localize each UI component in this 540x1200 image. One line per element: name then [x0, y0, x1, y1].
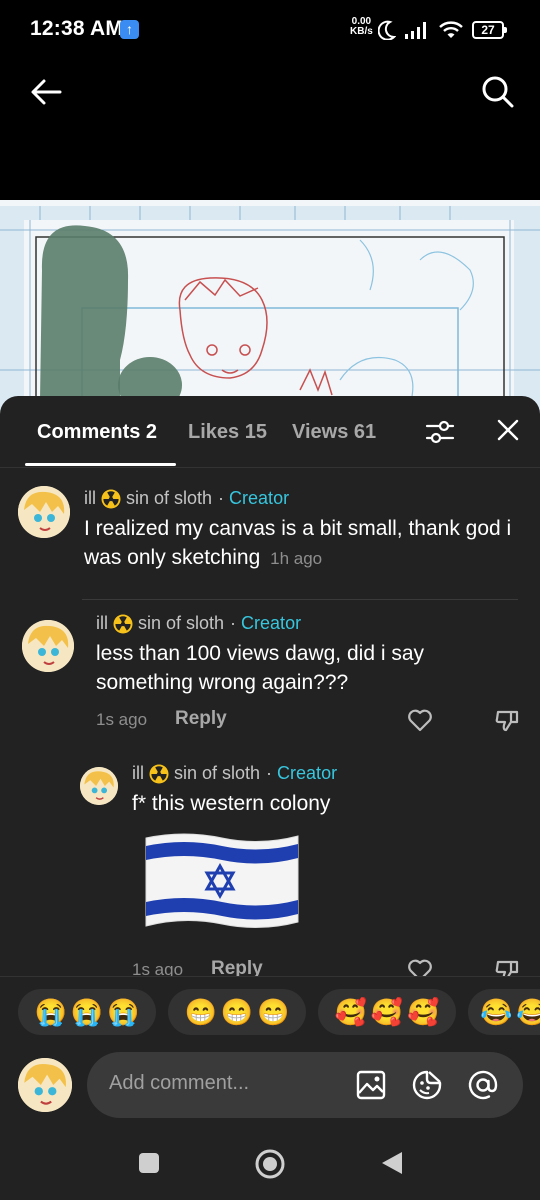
- tab-comments[interactable]: Comments 2: [37, 421, 157, 444]
- quick-reaction-bar: 😭 😭 😭 😁 😁 😁 🥰 🥰 🥰 😂 😂: [0, 976, 540, 1048]
- creator-badge: Creator: [277, 763, 338, 783]
- search-icon[interactable]: [478, 72, 518, 112]
- avatar: [18, 1058, 72, 1112]
- dislike-icon[interactable]: [493, 706, 521, 734]
- filter-icon[interactable]: [424, 416, 456, 448]
- status-bar: 12:38 AM ↑ 0.00 KB/s 27: [0, 0, 540, 60]
- top-bar: [0, 60, 540, 200]
- speed-unit: KB/s: [350, 26, 373, 37]
- avatar-image: [18, 486, 70, 538]
- sticker-icon[interactable]: [411, 1069, 443, 1101]
- creator-badge: Creator: [229, 488, 290, 508]
- username-suffix: sin of sloth: [138, 613, 225, 633]
- reaction-emoji: 😁: [220, 996, 254, 1027]
- radioactive-icon: [113, 614, 133, 633]
- tab-divider: [0, 467, 540, 468]
- radioactive-icon: [101, 489, 121, 508]
- reaction-emoji: 😭: [107, 996, 140, 1027]
- status-time: 12:38 AM: [30, 17, 124, 40]
- comment-placeholder: Add comment...: [109, 1072, 250, 1094]
- reaction-pill[interactable]: 😂 😂: [468, 989, 540, 1035]
- reaction-pill[interactable]: 😭 😭 😭: [18, 989, 156, 1035]
- username-suffix: sin of sloth: [174, 763, 261, 783]
- home-icon[interactable]: [254, 1148, 286, 1180]
- wifi-icon: [439, 21, 463, 38]
- active-tab-indicator: [25, 463, 176, 466]
- flag-sticker: [145, 833, 299, 929]
- comment-username[interactable]: ill sin of sloth · Creator: [96, 613, 301, 634]
- avatar-image: [18, 1058, 72, 1112]
- recents-icon[interactable]: [138, 1152, 160, 1174]
- signal-icon: [405, 22, 426, 39]
- reaction-pill[interactable]: 🥰 🥰 🥰: [318, 989, 456, 1035]
- mention-icon[interactable]: [467, 1069, 499, 1101]
- username-separator: ·: [218, 488, 225, 508]
- moon-icon: [378, 20, 396, 40]
- username-prefix: ill: [132, 763, 144, 783]
- reaction-emoji: 🥰: [370, 996, 404, 1027]
- image-icon[interactable]: [355, 1069, 387, 1101]
- avatar[interactable]: [80, 767, 118, 805]
- tab-likes[interactable]: Likes 15: [188, 421, 267, 444]
- avatar[interactable]: [18, 486, 70, 538]
- comment-input[interactable]: Add comment...: [87, 1052, 523, 1118]
- battery-icon: 27: [472, 21, 507, 39]
- network-speed: 0.00 KB/s: [350, 17, 373, 37]
- comment-username[interactable]: ill sin of sloth · Creator: [132, 763, 337, 784]
- artwork-preview[interactable]: [0, 200, 540, 420]
- upload-badge-icon: ↑: [120, 20, 139, 39]
- username-prefix: ill: [96, 613, 108, 633]
- comment-time: 1h ago: [270, 549, 323, 568]
- reaction-emoji: 😭: [34, 996, 67, 1027]
- username-separator: ·: [266, 763, 273, 783]
- battery-level: 27: [481, 23, 495, 37]
- avatar[interactable]: [22, 620, 74, 672]
- comment-text: I realized my canvas is a bit small, tha…: [84, 514, 524, 573]
- reaction-emoji: 😁: [184, 996, 217, 1027]
- comment-text: less than 100 views dawg, did i say some…: [96, 642, 425, 694]
- reaction-emoji: 😂: [516, 996, 540, 1027]
- sketch-image: [0, 200, 540, 420]
- comment-divider: [82, 599, 518, 600]
- username-separator: ·: [230, 613, 237, 633]
- status-icons: 27: [378, 18, 507, 42]
- tab-views[interactable]: Views 61: [292, 421, 376, 444]
- tab-bar: Comments 2 Likes 15 Views 61: [0, 396, 540, 468]
- back-arrow-icon[interactable]: [28, 74, 64, 110]
- comment-username[interactable]: ill sin of sloth · Creator: [84, 488, 289, 509]
- radioactive-icon: [149, 764, 169, 783]
- comment-time: 1s ago: [96, 710, 148, 729]
- close-icon[interactable]: [494, 416, 522, 444]
- username-prefix: ill: [84, 488, 96, 508]
- reaction-emoji: 🥰: [407, 996, 440, 1027]
- reaction-pill[interactable]: 😁 😁 😁: [168, 989, 306, 1035]
- reaction-emoji: 😁: [257, 996, 290, 1027]
- system-nav-bar: [0, 1130, 540, 1200]
- creator-badge: Creator: [241, 613, 302, 633]
- reaction-emoji: 😭: [70, 996, 104, 1027]
- reaction-emoji: 😂: [480, 996, 513, 1027]
- reply-button[interactable]: Reply: [175, 708, 227, 730]
- reaction-emoji: 🥰: [334, 996, 367, 1027]
- comment-composer: Add comment...: [0, 1048, 540, 1138]
- like-heart-icon[interactable]: [406, 706, 434, 734]
- username-suffix: sin of sloth: [126, 488, 213, 508]
- comments-sheet: Comments 2 Likes 15 Views 61 ill sin of …: [0, 396, 540, 1200]
- comment-text: f* this western colony: [132, 792, 331, 815]
- avatar-image: [22, 620, 74, 672]
- avatar-image: [80, 767, 118, 805]
- back-icon[interactable]: [380, 1150, 404, 1176]
